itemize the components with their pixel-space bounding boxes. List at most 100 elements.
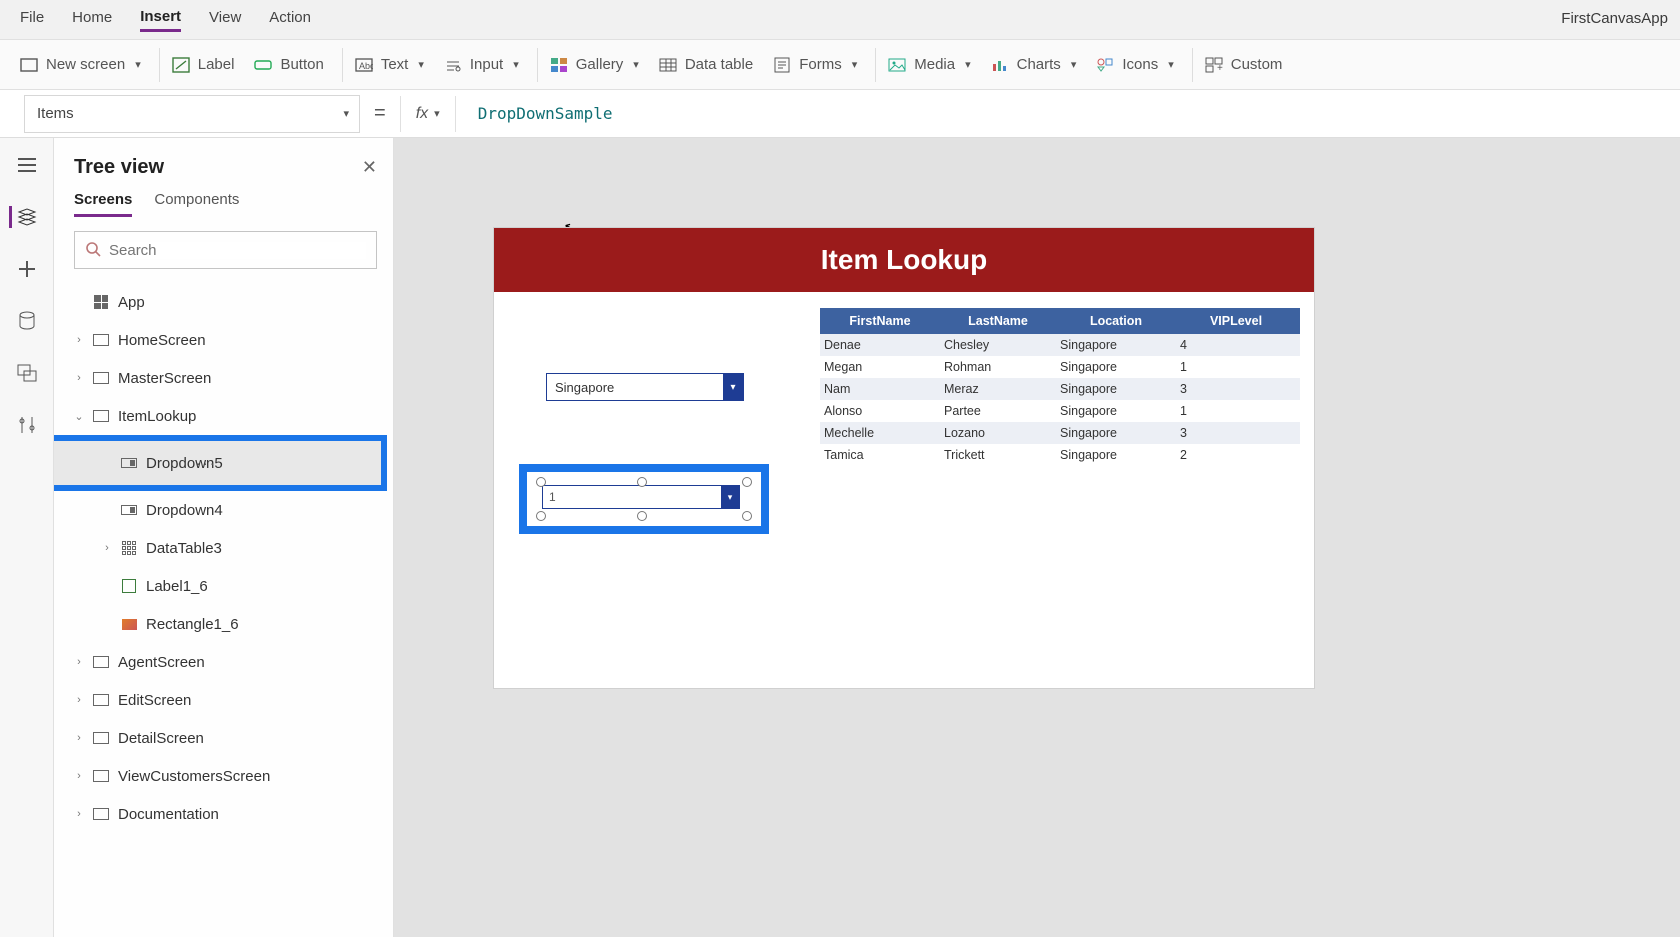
chevron-down-icon[interactable]: ▾ bbox=[721, 486, 739, 508]
menu-view[interactable]: View bbox=[209, 9, 241, 30]
screen-icon bbox=[92, 693, 110, 707]
menu-file[interactable]: File bbox=[20, 9, 44, 30]
gallery-button[interactable]: Gallery ▾ bbox=[550, 56, 639, 74]
tree-node-label: ViewCustomersScreen bbox=[118, 768, 270, 785]
tree-node-rectangle1-6[interactable]: Rectangle1_6 bbox=[74, 605, 377, 643]
menu-home[interactable]: Home bbox=[72, 9, 112, 30]
col-header-firstname[interactable]: FirstName bbox=[820, 314, 940, 328]
canvas-screen[interactable]: Item Lookup Singapore ▾ 1 ▾ bbox=[494, 228, 1314, 688]
tree-node-masterscreen[interactable]: › MasterScreen bbox=[74, 359, 377, 397]
tree-node-label: ItemLookup bbox=[118, 408, 196, 425]
tree-node-app[interactable]: App bbox=[74, 283, 377, 321]
hamburger-icon[interactable] bbox=[16, 154, 38, 176]
resize-handle[interactable] bbox=[742, 511, 752, 521]
resize-handle[interactable] bbox=[637, 477, 647, 487]
table-cell: Singapore bbox=[1056, 382, 1176, 396]
tree-node-editscreen[interactable]: › EditScreen bbox=[74, 681, 377, 719]
advanced-tools-icon[interactable] bbox=[16, 414, 38, 436]
menu-action[interactable]: Action bbox=[269, 9, 311, 30]
col-header-location[interactable]: Location bbox=[1056, 314, 1176, 328]
tree-node-viewcustomersscreen[interactable]: › ViewCustomersScreen bbox=[74, 757, 377, 795]
more-options-icon[interactable]: ··· bbox=[196, 455, 217, 472]
chevron-down-icon: ▾ bbox=[1071, 58, 1077, 71]
table-row[interactable]: AlonsoParteeSingapore1 bbox=[820, 400, 1300, 422]
canvas-area[interactable]: ↖ Item Lookup Singapore ▾ 1 ▾ bbox=[394, 138, 1680, 937]
data-table-icon bbox=[659, 56, 677, 74]
forms-button[interactable]: Forms ▾ bbox=[773, 56, 857, 74]
tree-node-dropdown5[interactable]: Dropdown5 ··· bbox=[74, 455, 223, 472]
screen-icon bbox=[92, 409, 110, 423]
screen-header-label: Item Lookup bbox=[821, 244, 987, 276]
tree-node-homescreen[interactable]: › HomeScreen bbox=[74, 321, 377, 359]
chevron-down-icon[interactable]: ▾ bbox=[723, 374, 743, 400]
tab-components[interactable]: Components bbox=[154, 191, 239, 217]
tree-node-itemlookup[interactable]: ⌄ ItemLookup bbox=[74, 397, 377, 435]
tree-node-detailscreen[interactable]: › DetailScreen bbox=[74, 719, 377, 757]
data-table-button[interactable]: Data table bbox=[659, 56, 753, 74]
label-button[interactable]: Label bbox=[172, 56, 235, 74]
tree-node-agentscreen[interactable]: › AgentScreen bbox=[74, 643, 377, 681]
table-row[interactable]: DenaeChesleySingapore4 bbox=[820, 334, 1300, 356]
col-header-viplevel[interactable]: VIPLevel bbox=[1176, 314, 1296, 328]
chevron-down-icon: ▾ bbox=[135, 58, 141, 71]
tree-view-title: Tree view bbox=[74, 156, 164, 179]
chevron-down-icon: ▾ bbox=[1168, 58, 1174, 71]
tree-node-documentation[interactable]: › Documentation bbox=[74, 795, 377, 833]
text-icon: Abc bbox=[355, 56, 373, 74]
icons-button[interactable]: Icons ▾ bbox=[1096, 56, 1173, 74]
resize-handle[interactable] bbox=[637, 511, 647, 521]
resize-handle[interactable] bbox=[742, 477, 752, 487]
screen-header: Item Lookup bbox=[494, 228, 1314, 292]
data-icon[interactable] bbox=[16, 310, 38, 332]
table-cell: 1 bbox=[1176, 360, 1296, 374]
custom-btn-label: Custom bbox=[1231, 56, 1283, 73]
search-box[interactable] bbox=[74, 231, 377, 269]
table-row[interactable]: MechelleLozanoSingapore3 bbox=[820, 422, 1300, 444]
new-screen-button[interactable]: New screen ▾ bbox=[20, 56, 141, 74]
tree-node-label1-6[interactable]: Label1_6 bbox=[74, 567, 377, 605]
tab-screens[interactable]: Screens bbox=[74, 191, 132, 217]
chevron-right-icon: › bbox=[74, 334, 84, 346]
tree-node-dropdown4[interactable]: Dropdown4 bbox=[74, 491, 377, 529]
chevron-down-icon: ⌄ bbox=[74, 410, 84, 423]
media-button[interactable]: Media ▾ bbox=[888, 56, 970, 74]
fx-button[interactable]: fx ▾ bbox=[400, 96, 456, 132]
custom-button[interactable]: + Custom bbox=[1205, 56, 1283, 74]
dropdown-control-location[interactable]: Singapore ▾ bbox=[546, 373, 744, 401]
screen-icon bbox=[92, 731, 110, 745]
formula-input[interactable] bbox=[470, 96, 1656, 132]
charts-button[interactable]: Charts ▾ bbox=[991, 56, 1077, 74]
table-row[interactable]: TamicaTrickettSingapore2 bbox=[820, 444, 1300, 466]
property-selector[interactable]: Items ▾ bbox=[24, 95, 360, 133]
text-button[interactable]: Abc Text ▾ bbox=[355, 56, 424, 74]
data-table-control[interactable]: FirstName LastName Location VIPLevel Den… bbox=[820, 308, 1300, 466]
dropdown-control-viplevel[interactable]: 1 ▾ bbox=[542, 485, 746, 513]
resize-handle[interactable] bbox=[536, 477, 546, 487]
table-cell: Singapore bbox=[1056, 404, 1176, 418]
search-input[interactable] bbox=[109, 242, 366, 259]
table-cell: 2 bbox=[1176, 448, 1296, 462]
table-cell: 1 bbox=[1176, 404, 1296, 418]
button-icon bbox=[254, 56, 272, 74]
screen-icon bbox=[92, 371, 110, 385]
table-cell: Chesley bbox=[940, 338, 1056, 352]
media-rail-icon[interactable] bbox=[16, 362, 38, 384]
insert-icon[interactable] bbox=[16, 258, 38, 280]
button-button[interactable]: Button bbox=[254, 56, 323, 74]
table-cell: Denae bbox=[820, 338, 940, 352]
close-icon[interactable]: ✕ bbox=[362, 157, 377, 178]
menu-insert[interactable]: Insert bbox=[140, 8, 181, 32]
table-row[interactable]: NamMerazSingapore3 bbox=[820, 378, 1300, 400]
col-header-lastname[interactable]: LastName bbox=[940, 314, 1056, 328]
dropdown-icon bbox=[120, 456, 138, 470]
tree-view-icon[interactable] bbox=[9, 206, 37, 228]
tree-node-datatable3[interactable]: › DataTable3 bbox=[74, 529, 377, 567]
input-button[interactable]: Input ▾ bbox=[444, 56, 519, 74]
chevron-down-icon: ▾ bbox=[852, 58, 858, 71]
table-cell: Tamica bbox=[820, 448, 940, 462]
charts-btn-label: Charts bbox=[1017, 56, 1061, 73]
resize-handle[interactable] bbox=[536, 511, 546, 521]
text-btn-label: Text bbox=[381, 56, 409, 73]
svg-text:Abc: Abc bbox=[359, 61, 373, 71]
table-row[interactable]: MeganRohmanSingapore1 bbox=[820, 356, 1300, 378]
